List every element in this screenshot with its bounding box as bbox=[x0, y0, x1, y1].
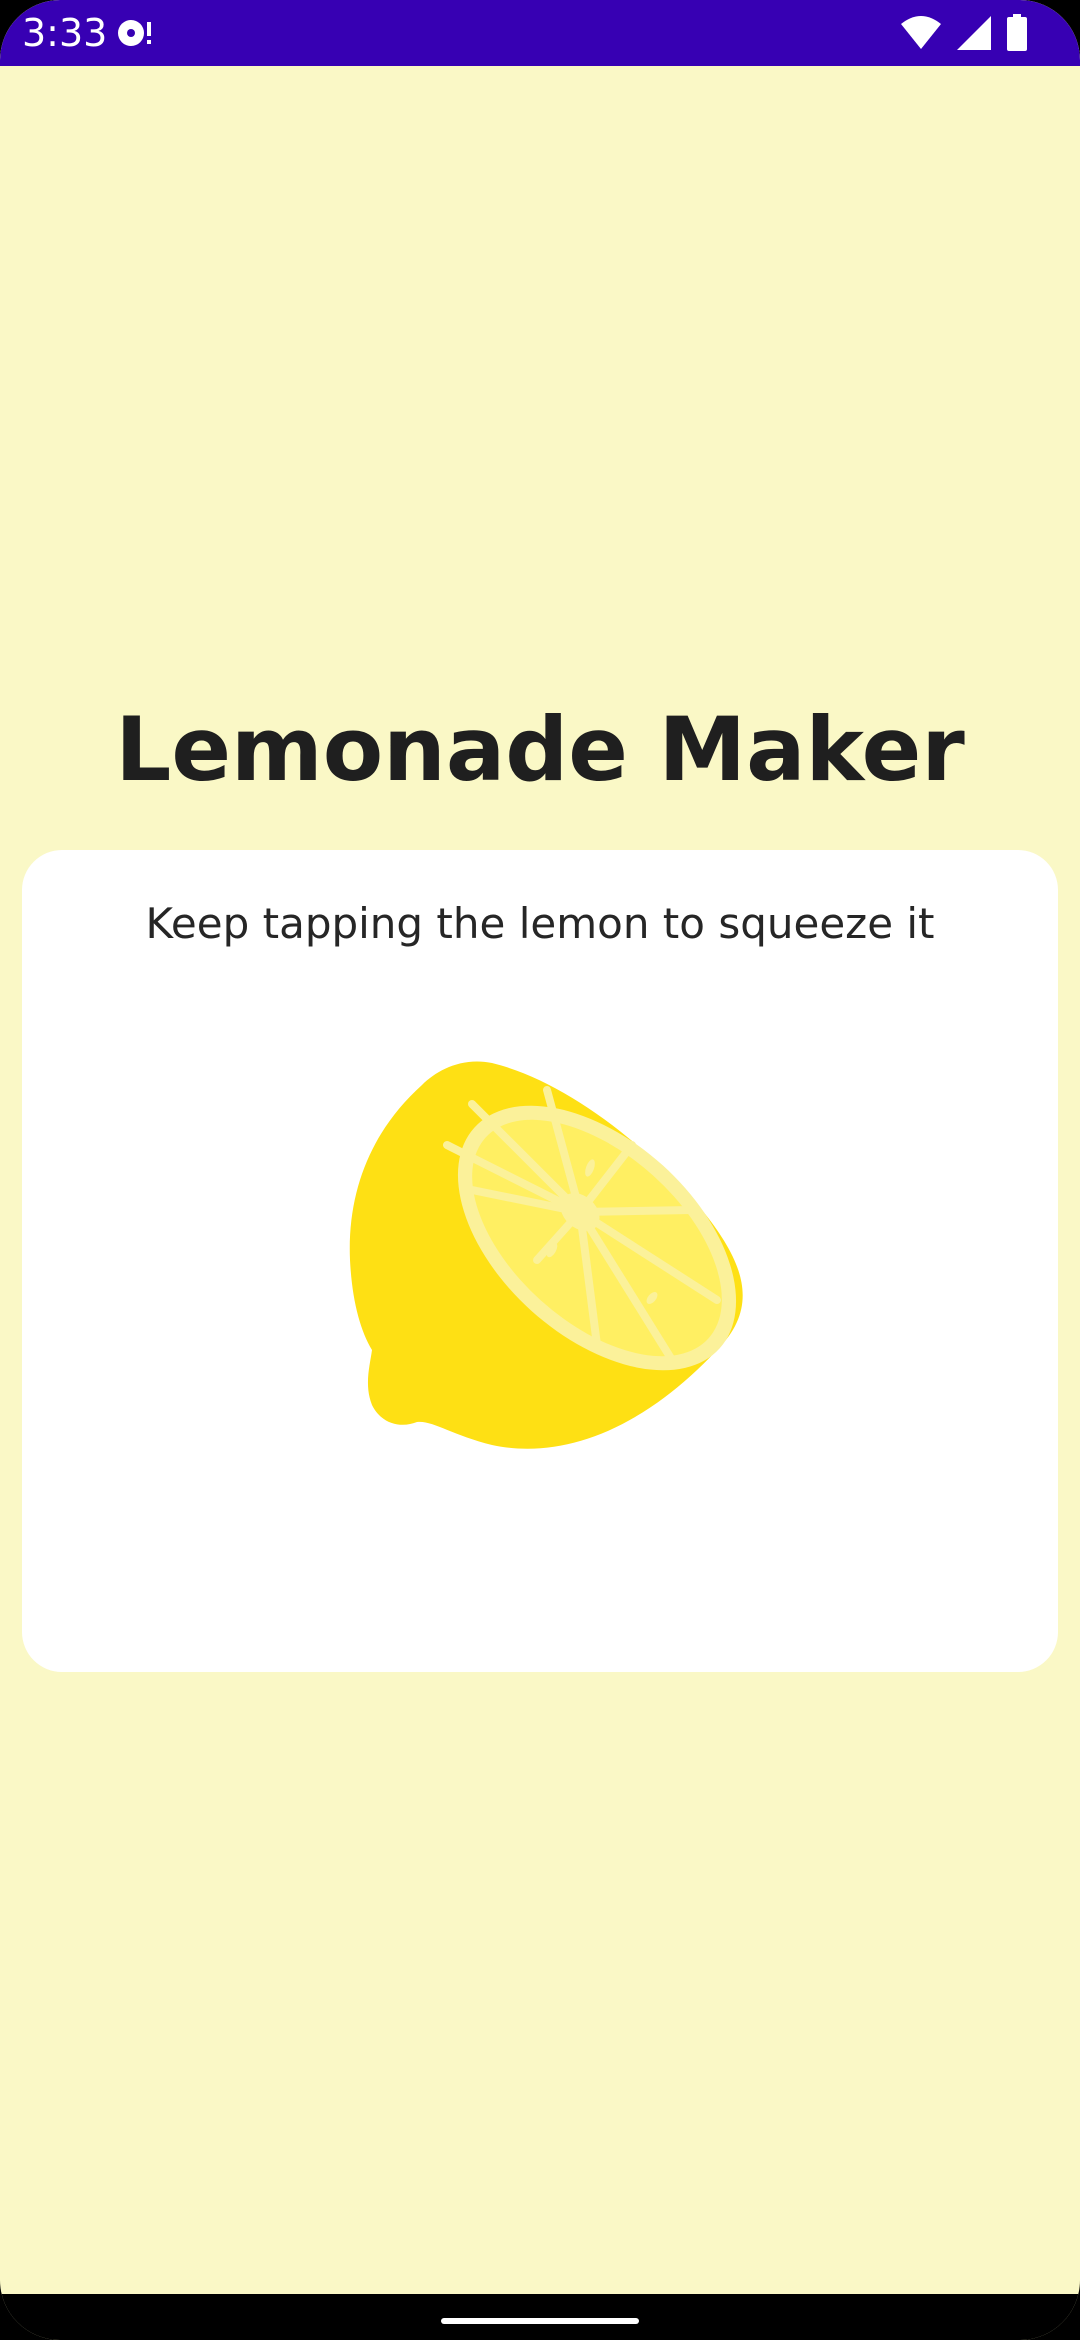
lemon-icon bbox=[349, 1061, 743, 1449]
status-time: 3:33 bbox=[22, 11, 108, 55]
wifi-icon bbox=[901, 16, 941, 49]
media-notification-icon bbox=[118, 20, 151, 46]
lemon-image-button[interactable] bbox=[342, 1060, 762, 1470]
cellular-signal-icon bbox=[957, 16, 991, 50]
lemon-card: Keep tapping the lemon to squeeze it bbox=[22, 850, 1058, 1672]
battery-icon bbox=[1007, 14, 1027, 51]
app-title: Lemonade Maker bbox=[115, 698, 965, 801]
navigation-bar bbox=[0, 2294, 1080, 2340]
status-icons bbox=[900, 14, 1028, 52]
app-screen: 3:33 Lemonade Maker Keep tapping the lem… bbox=[0, 0, 1080, 2340]
gesture-handle[interactable] bbox=[441, 2318, 639, 2324]
status-bar: 3:33 bbox=[0, 0, 1080, 66]
instruction-text: Keep tapping the lemon to squeeze it bbox=[145, 899, 935, 948]
